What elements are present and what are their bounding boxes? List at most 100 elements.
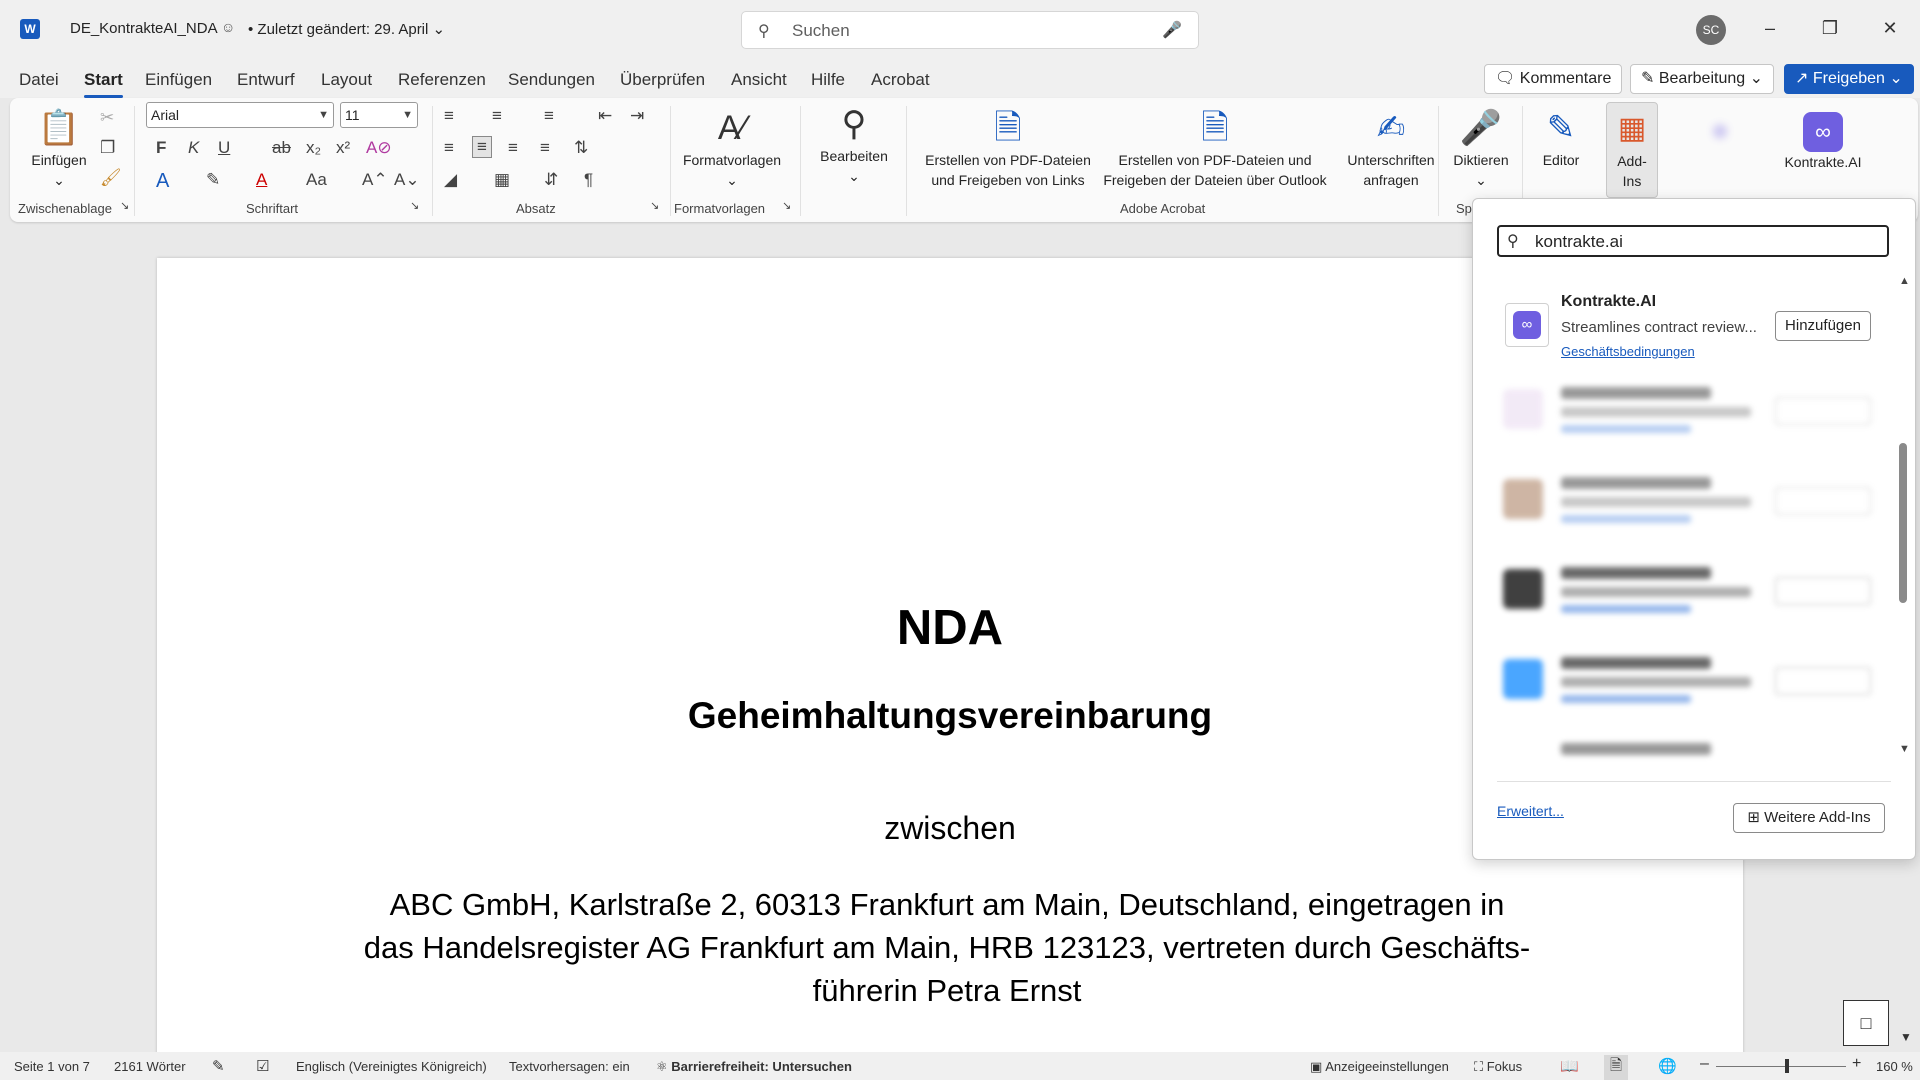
add-addin-button[interactable]: Hinzufügen [1775,311,1871,341]
kontrakte-ribbon-button[interactable]: ∞ Kontrakte.AI [1768,106,1878,172]
font-size-box[interactable]: 11 ▼ [340,102,418,128]
close-icon[interactable]: ✕ [1875,18,1905,39]
line-spacing-icon[interactable]: ⇅ [574,138,588,158]
share-person-icon[interactable]: ☺ [221,19,235,35]
tab-referenzen[interactable]: Referenzen [398,70,486,90]
pdf-share-links-button[interactable]: 🗎 Erstellen von PDF-Dateien und Freigeben… [908,106,1108,190]
justify-icon[interactable]: ≡ [540,138,550,158]
zoom-slider-thumb[interactable] [1785,1059,1789,1073]
tab-ansicht[interactable]: Ansicht [731,70,787,90]
accessibility-status[interactable]: ⚛ Barrierefreiheit: Untersuchen [656,1059,852,1075]
group-label-font: Schriftart [246,201,299,216]
page-count[interactable]: Seite 1 von 7 [14,1059,90,1074]
zoom-slider[interactable] [1716,1066,1846,1067]
dialog-launcher-icon[interactable]: ↘ [650,199,659,212]
font-name-box[interactable]: Arial ▼ [146,102,334,128]
bold-icon[interactable]: F [156,138,166,158]
highlight-icon[interactable]: ✎ [206,170,220,190]
change-case-icon[interactable]: Aa [306,170,327,190]
last-modified-dropdown[interactable]: • Zuletzt geändert: 29. April ⌄ [248,20,445,38]
web-layout-icon[interactable]: 🌐 [1658,1057,1677,1075]
tab-hilfe[interactable]: Hilfe [811,70,845,90]
underline-icon[interactable]: U [218,138,230,158]
print-layout-icon[interactable]: 🗎 [1604,1055,1629,1080]
addin-terms-link[interactable]: Geschäftsbedingungen [1561,344,1695,359]
advanced-link[interactable]: Erweitert... [1497,803,1564,819]
scroll-down-icon[interactable]: ▼ [1899,743,1910,755]
request-signatures-button[interactable]: ✍ Unterschriften anfragen [1336,106,1446,190]
align-right-icon[interactable]: ≡ [508,138,518,158]
strikethrough-icon[interactable]: ab [272,138,291,158]
edit-button[interactable]: ⚲ Bearbeiten ⌄ [806,102,902,186]
superscript-icon[interactable]: x² [336,138,350,158]
sort-icon[interactable]: ⇵ [544,170,558,190]
zoom-in-icon[interactable]: + [1852,1055,1861,1073]
document-name[interactable]: DE_KontrakteAI_NDA [70,20,218,37]
borders-icon[interactable]: ▦ [494,170,510,190]
format-painter-icon[interactable]: 🖌 [100,168,122,188]
restore-icon[interactable]: ❐ [1815,18,1845,39]
increase-indent-icon[interactable]: ⇥ [630,106,644,126]
dialog-launcher-icon[interactable]: ↘ [410,199,419,212]
text-effects-icon[interactable]: A [156,170,169,193]
addins-button[interactable]: ▦ Add- Ins [1606,102,1658,198]
blurred-addin-item [1503,739,1883,769]
shrink-font-icon[interactable]: A⌄ [394,170,420,190]
paste-button[interactable]: 📋 Einfügen ⌄ [28,106,90,190]
align-center-icon[interactable]: ≡ [472,136,492,158]
scroll-up-icon[interactable]: ▲ [1899,275,1910,287]
panel-scrollbar[interactable] [1899,443,1907,603]
focus-mode[interactable]: ⛶ Fokus [1474,1059,1522,1075]
tab-acrobat[interactable]: Acrobat [871,70,930,90]
multilevel-list-icon[interactable]: ≡ [544,106,554,126]
microphone-icon[interactable]: 🎤 [1162,20,1182,40]
share-button[interactable]: ↗ Freigeben ⌄ [1784,64,1914,94]
decrease-indent-icon[interactable]: ⇤ [598,106,612,126]
tab-sendungen[interactable]: Sendungen [508,70,595,90]
tab-entwurf[interactable]: Entwurf [237,70,295,90]
minimize-icon[interactable]: – [1755,18,1785,39]
shading-icon[interactable]: ◢ [444,170,457,190]
blurred-addin-placeholder [1561,605,1691,613]
show-marks-icon[interactable]: ¶ [584,170,593,190]
word-count[interactable]: 2161 Wörter [114,1059,186,1074]
proofing-icon[interactable]: ✎ [212,1057,225,1075]
editing-mode-button[interactable]: ✎ Bearbeitung ⌄ [1630,64,1775,94]
dialog-launcher-icon[interactable]: ↘ [120,199,129,212]
styles-button[interactable]: A⁄ Formatvorlagen ⌄ [674,106,790,190]
cut-icon[interactable]: ✂ [100,108,114,128]
bookmark-icon[interactable]: □ [1843,1000,1889,1046]
numbering-icon[interactable]: ≡ [492,106,502,126]
zoom-level[interactable]: 160 % [1876,1059,1913,1074]
subscript-icon[interactable]: x₂ [306,138,321,158]
font-color-icon[interactable]: A [256,170,267,190]
tab-start[interactable]: Start [84,70,123,98]
predictions-status[interactable]: Textvorhersagen: ein [509,1059,630,1074]
scroll-down-icon[interactable]: ▼ [1900,1030,1912,1044]
grow-font-icon[interactable]: A⌃ [362,170,388,190]
accessibility-check-icon[interactable]: ☑ [256,1057,269,1075]
align-left-icon[interactable]: ≡ [444,138,454,158]
search-box[interactable]: ⚲ Suchen 🎤 [741,11,1199,49]
zoom-out-icon[interactable]: – [1700,1055,1709,1073]
copy-icon[interactable]: ❐ [100,138,115,158]
tab-layout[interactable]: Layout [321,70,372,90]
display-settings[interactable]: ▣ Anzeigeeinstellungen [1310,1059,1449,1075]
dictate-button[interactable]: 🎤 Diktieren ⌄ [1446,106,1516,190]
comments-button[interactable]: 🗨 Kommentare [1484,64,1623,94]
clear-formatting-icon[interactable]: A⊘ [366,138,392,158]
tab-einfuegen[interactable]: Einfügen [145,70,212,90]
editor-button[interactable]: ✎ Editor [1526,106,1596,170]
bullets-icon[interactable]: ≡ [444,106,454,126]
avatar[interactable]: SC [1696,15,1726,45]
read-mode-icon[interactable]: 📖 [1560,1057,1579,1075]
pdf-share-outlook-button[interactable]: 🗎 Erstellen von PDF-Dateien und Freigeben… [1084,106,1346,190]
tab-ueberpruefen[interactable]: Überprüfen [620,70,705,90]
addin-search-input[interactable]: ⚲ kontrakte.ai [1497,225,1889,257]
paste-label: Einfügen [31,152,87,168]
italic-icon[interactable]: K [188,138,199,158]
tab-datei[interactable]: Datei [19,70,59,90]
dialog-launcher-icon[interactable]: ↘ [782,199,791,212]
language-status[interactable]: Englisch (Vereinigtes Königreich) [296,1059,487,1074]
more-addins-button[interactable]: ⊞ Weitere Add-Ins [1733,803,1885,833]
